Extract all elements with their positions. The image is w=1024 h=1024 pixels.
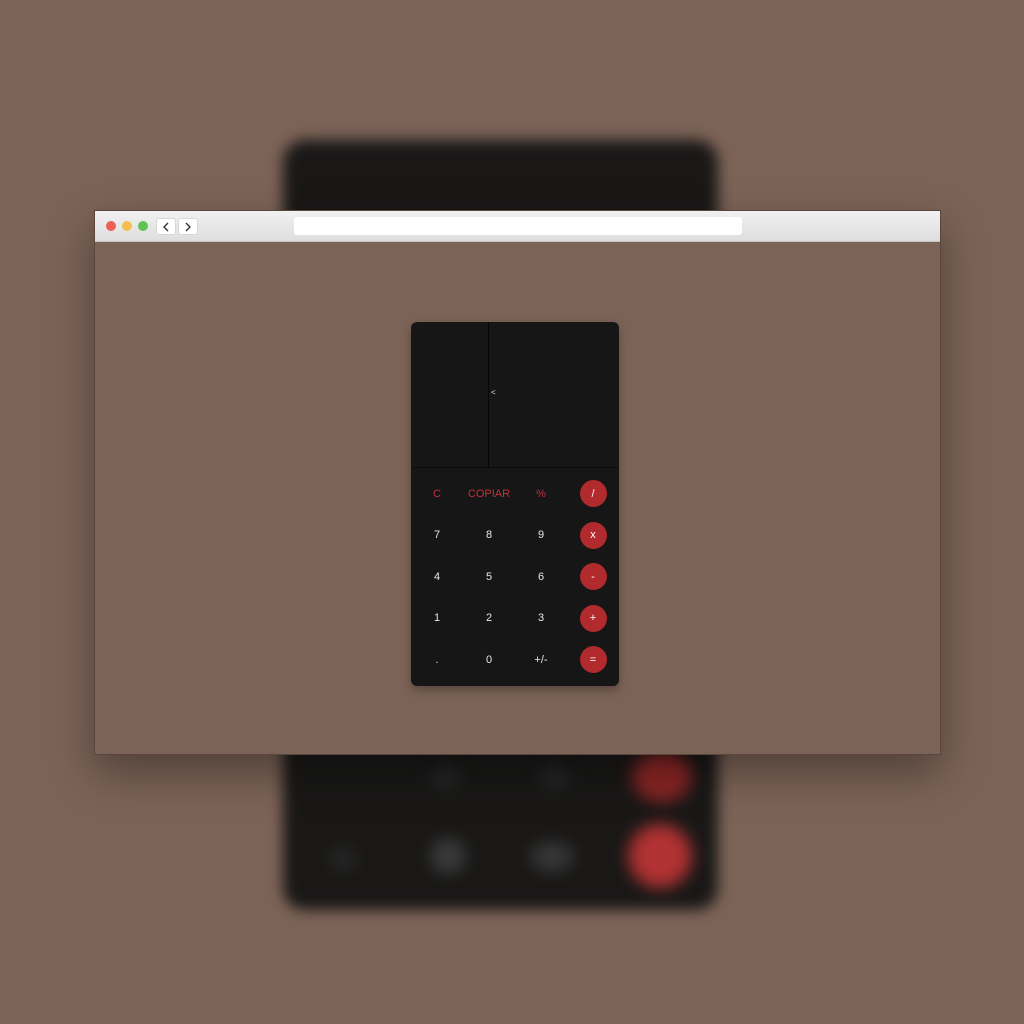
calculator-keypad: C COPIAR% / 7 8 9 x 4 5 6 - 1 2 3 +. 0 +/- = (411, 468, 619, 681)
background-blob (430, 764, 460, 790)
calculator: < C COPIAR% / 7 8 9 x 4 5 6 - 1 2 3 +. 0 +/- = (411, 322, 619, 686)
key-label: COPIAR (467, 487, 511, 500)
background-blob (540, 764, 570, 790)
key-toggle-sign-button[interactable]: +/- (515, 639, 567, 681)
background-blob (628, 824, 692, 888)
key-decimal-button[interactable]: . (411, 639, 463, 681)
key-label: 7 (433, 529, 441, 542)
key-digit-1-button[interactable]: 1 (411, 598, 463, 640)
address-bar[interactable] (294, 217, 742, 235)
key-digit-7-button[interactable]: 7 (411, 515, 463, 557)
background-blob (530, 842, 574, 872)
browser-window: < C COPIAR% / 7 8 9 x 4 5 6 - 1 2 3 +. 0 +/- = (94, 210, 941, 755)
calculator-display: < (411, 322, 619, 468)
browser-titlebar (95, 211, 940, 242)
key-copy-button[interactable]: COPIAR (463, 473, 515, 515)
key-label: x (579, 521, 607, 549)
key-label: / (579, 480, 607, 508)
key-label: 2 (485, 612, 493, 625)
close-window-button[interactable] (106, 221, 116, 231)
key-divide-button[interactable]: / (567, 473, 619, 515)
chevron-right-icon (185, 222, 191, 231)
key-add-button[interactable]: + (567, 598, 619, 640)
display-divider (488, 322, 489, 467)
key-digit-2-button[interactable]: 2 (463, 598, 515, 640)
key-label: - (579, 563, 607, 591)
key-digit-3-button[interactable]: 3 (515, 598, 567, 640)
key-equals-button[interactable]: = (567, 639, 619, 681)
chevron-left-icon (163, 222, 169, 231)
key-label: 8 (485, 529, 493, 542)
key-label: 0 (485, 653, 493, 666)
key-label: % (536, 487, 546, 500)
key-percent-button[interactable]: % (515, 473, 567, 515)
background-blob (330, 846, 356, 872)
key-digit-5-button[interactable]: 5 (463, 556, 515, 598)
key-label: 4 (433, 570, 441, 583)
key-label: = (579, 646, 607, 674)
key-label: 3 (537, 612, 545, 625)
minimize-window-button[interactable] (122, 221, 132, 231)
key-label: 9 (537, 529, 545, 542)
forward-button[interactable] (178, 218, 198, 235)
key-digit-8-button[interactable]: 8 (463, 515, 515, 557)
background-blob (632, 752, 692, 802)
key-label: 1 (433, 612, 441, 625)
key-label: . (435, 653, 439, 666)
key-label: C (433, 487, 441, 500)
background-blob (430, 838, 466, 874)
key-label: + (579, 604, 607, 632)
key-label: +/- (534, 653, 548, 666)
key-label: 5 (485, 570, 493, 583)
key-digit-4-button[interactable]: 4 (411, 556, 463, 598)
key-digit-6-button[interactable]: 6 (515, 556, 567, 598)
back-button[interactable] (156, 218, 176, 235)
key-label: 6 (537, 570, 545, 583)
key-digit-9-button[interactable]: 9 (515, 515, 567, 557)
maximize-window-button[interactable] (138, 221, 148, 231)
backspace-button[interactable]: < (491, 388, 496, 397)
key-digit-0-button[interactable]: 0 (463, 639, 515, 681)
key-multiply-button[interactable]: x (567, 515, 619, 557)
key-subtract-button[interactable]: - (567, 556, 619, 598)
key-clear-button[interactable]: C (411, 473, 463, 515)
